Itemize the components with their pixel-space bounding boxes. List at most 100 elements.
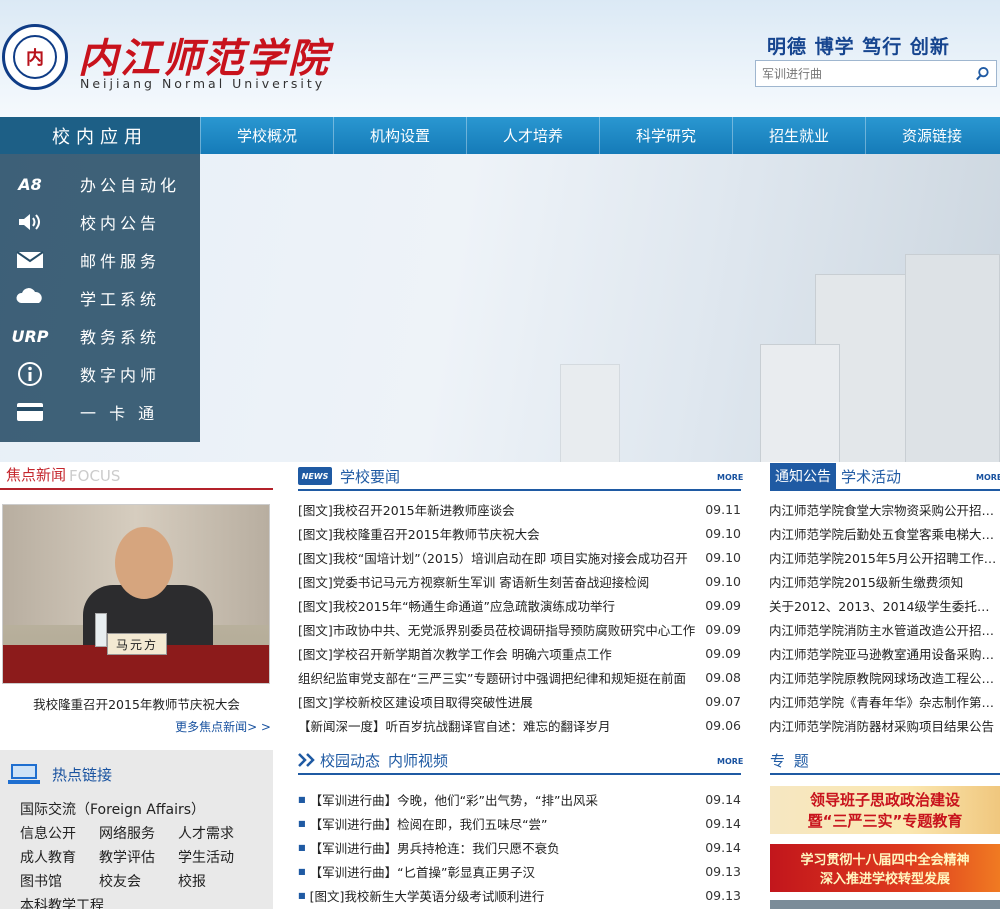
nav-item-resources[interactable]: 资源链接 [865, 117, 998, 154]
list-item[interactable]: 内江师范学院原教院网球场改造工程公开招标公告 [769, 665, 1000, 689]
focus-photo[interactable]: 马元方 [2, 504, 270, 684]
link-alumni[interactable]: 校友会 [99, 870, 178, 894]
nav-item-overview[interactable]: 学校概况 [200, 117, 333, 154]
search-input[interactable] [756, 61, 966, 86]
list-item[interactable]: ■ [图文]我校新生大学英语分级考试顺利进行 09.13 [298, 883, 741, 907]
link-foreign-affairs[interactable]: 国际交流（Foreign Affairs） [20, 798, 205, 822]
news-title: [图文]我校“国培计划”（2015）培训启动在即 项目实施对接会成功召开 [298, 550, 688, 566]
list-item[interactable]: [图文]学校召开新学期首次教学工作会 明确六项重点工作 09.09 [298, 641, 741, 665]
news-date: 09.11 [705, 501, 741, 517]
list-item[interactable]: 【新闻深一度】听百岁抗战翻译官自述：难忘的翻译岁月 09.06 [298, 713, 741, 737]
bullet-icon: ■ [298, 842, 306, 852]
campus-more[interactable]: MORE [717, 757, 743, 766]
news-date: 09.08 [705, 669, 741, 685]
tab-videos[interactable]: 内师视频 [388, 750, 448, 771]
topic-banner-three-strict[interactable]: 领导班子思政政治建设 暨“三严三实”专题教育 [770, 786, 1000, 834]
link-library[interactable]: 图书馆 [20, 870, 99, 894]
news-date: 09.10 [705, 549, 741, 565]
app-announcements[interactable]: 校内公告 [0, 203, 200, 241]
list-item[interactable]: ■ 【军训进行曲】男兵持枪连：我们只愿不衰负 09.14 [298, 835, 741, 859]
list-item[interactable]: ■ 【军训进行曲】检阅在即，我们五味尽“尝” 09.14 [298, 811, 741, 835]
tab-academic[interactable]: 学术活动 [841, 466, 901, 487]
list-item[interactable]: [图文]我校隆重召开2015年教师节庆祝大会 09.10 [298, 521, 741, 545]
app-campus-card[interactable]: 一 卡 通 [0, 393, 200, 431]
campus-apps-label[interactable]: 校内应用 [0, 117, 200, 154]
list-item[interactable]: ■ 【军训进行曲】“匕首操”彰显真正男子汉 09.13 [298, 859, 741, 883]
hot-links-title: 热点链接 [0, 750, 273, 798]
nav-item-research[interactable]: 科学研究 [599, 117, 732, 154]
list-item[interactable]: 内江师范学院2015年5月公开招聘工作人员公示 [769, 545, 1000, 569]
list-item[interactable]: 内江师范学院消防器材采购项目结果公告 [769, 713, 1000, 737]
bullet-icon: ■ [298, 866, 306, 876]
school-news-list: [图文]我校召开2015年新进教师座谈会 09.11 [图文]我校隆重召开2015… [298, 497, 741, 737]
news-title: [图文]我校隆重召开2015年教师节庆祝大会 [298, 526, 540, 542]
nav-item-education[interactable]: 人才培养 [466, 117, 599, 154]
list-item[interactable]: 组织纪监审党支部在“三严三实”专题研讨中强调把纪律和规矩挺在前面 09.08 [298, 665, 741, 689]
link-talent-need[interactable]: 人才需求 [178, 822, 234, 846]
list-item[interactable]: [图文]市政协中共、无党派界别委员莅校调研指导预防腐败研究中心工作 09.09 [298, 617, 741, 641]
link-school-paper[interactable]: 校报 [178, 870, 206, 894]
app-student-affairs[interactable]: 学工系统 [0, 279, 200, 317]
tab-notices[interactable]: 通知公告 [770, 463, 836, 489]
bullet-icon: ■ [298, 890, 306, 900]
list-item[interactable]: [图文]我校召开2015年新进教师座谈会 09.11 [298, 497, 741, 521]
app-office-automation[interactable]: A8 办公自动化 [0, 165, 200, 203]
nav-item-admissions[interactable]: 招生就业 [732, 117, 865, 154]
link-info-public[interactable]: 信息公开 [20, 822, 99, 846]
list-item[interactable]: [图文]我校“国培计划”（2015）培训启动在即 项目实施对接会成功召开 09.1… [298, 545, 741, 569]
notice-title: 内江师范学院后勤处五食堂客乘电梯大修公告 [769, 526, 1000, 542]
list-item[interactable]: 内江师范学院《青春年华》杂志制作第二次公告 [769, 689, 1000, 713]
nav-item-organization[interactable]: 机构设置 [333, 117, 466, 154]
app-label: 邮件服务 [80, 252, 161, 271]
link-undergrad-project[interactable]: 本科教学工程 [20, 894, 104, 909]
list-item[interactable]: ■ 【军训进行曲】今晚，他们“彩”出气势，“排”出风采 09.14 [298, 787, 741, 811]
list-item[interactable]: 内江师范学院食堂大宗物资采购公开招标公告 [769, 497, 1000, 521]
list-item[interactable]: [图文]我校2015年“畅通生命通道”应急疏散演练成功举行 09.09 [298, 593, 741, 617]
hot-links-grid: 国际交流（Foreign Affairs） 信息公开 网络服务 人才需求 成人教育教… [0, 798, 273, 909]
app-label: 数字内师 [80, 366, 161, 385]
news-date: 09.10 [705, 573, 741, 589]
notices-more[interactable]: MORE [976, 473, 1000, 482]
notice-title: 内江师范学院原教院网球场改造工程公开招标公告 [769, 670, 1000, 686]
campus-header: 校园动态 内师视频 [298, 747, 448, 773]
notices-header: 通知公告 学术活动 [770, 463, 901, 489]
search-box [755, 60, 997, 87]
app-mail[interactable]: 邮件服务 [0, 241, 200, 279]
topic-banner-partial[interactable] [770, 900, 1000, 909]
campus-title: 【军训进行曲】“匕首操”彰显真正男子汉 [309, 864, 536, 880]
news-date: 09.09 [705, 621, 741, 637]
urp-icon: URP [11, 326, 49, 346]
notice-title: 内江师范学院消防器材采购项目结果公告 [769, 718, 995, 734]
app-label: 一 卡 通 [80, 404, 159, 423]
school-motto: 明德 博学 笃行 创新 [767, 36, 950, 58]
list-item[interactable]: [图文]学校新校区建设项目取得突破性进展 09.07 [298, 689, 741, 713]
school-news-title[interactable]: 学校要闻 [340, 466, 400, 487]
hero-building [905, 254, 1000, 462]
list-item[interactable]: [图文]党委书记马元方视察新生军训 寄语新生刻苦奋战迎接检阅 09.10 [298, 569, 741, 593]
list-item[interactable]: 内江师范学院亚马逊教室通用设备采购公告 [769, 641, 1000, 665]
link-adult-edu[interactable]: 成人教育 [20, 846, 99, 870]
list-item[interactable]: 内江师范学院2015级新生缴费须知 [769, 569, 1000, 593]
link-teaching-eval[interactable]: 教学评估 [99, 846, 178, 870]
list-item[interactable]: 内江师范学院后勤处五食堂客乘电梯大修公告 [769, 521, 1000, 545]
news-title: [图文]市政协中共、无党派界别委员莅校调研指导预防腐败研究中心工作 [298, 622, 696, 638]
topic-banner-fourth-plenum[interactable]: 学习贯彻十八届四中全会精神 深入推进学校转型发展 [770, 844, 1000, 892]
tab-campus-dynamics[interactable]: 校园动态 [320, 750, 380, 771]
focus-more-link[interactable]: 更多焦点新闻> > [175, 718, 271, 735]
school-seal-logo[interactable]: 内 [2, 24, 68, 90]
link-student-activity[interactable]: 学生活动 [178, 846, 234, 870]
news-title: 【新闻深一度】听百岁抗战翻译官自述：难忘的翻译岁月 [298, 718, 611, 734]
school-news-more[interactable]: MORE [717, 473, 743, 482]
list-item[interactable]: 内江师范学院消防主水管道改造公开招标公告 [769, 617, 1000, 641]
link-network-service[interactable]: 网络服务 [99, 822, 178, 846]
app-digital-campus[interactable]: 数字内师 [0, 355, 200, 393]
app-academic-affairs[interactable]: URP 教务系统 [0, 317, 200, 355]
list-item[interactable]: 关于2012、2013、2014级学生委托银行代扣学费的通知 [769, 593, 1000, 617]
topics-header: 专 题 [770, 747, 811, 773]
search-icon[interactable] [975, 66, 990, 81]
news-date: 09.07 [705, 693, 741, 709]
focus-caption[interactable]: 我校隆重召开2015年教师节庆祝大会 [0, 694, 273, 713]
news-title: [图文]我校召开2015年新进教师座谈会 [298, 502, 515, 518]
main-nav: 校内应用 学校概况 机构设置 人才培养 科学研究 招生就业 资源链接 [0, 117, 1000, 154]
campus-apps-panel: A8 办公自动化 校内公告 邮件服务 学工系统 URP 教务系统 数字内师 一 卡 … [0, 154, 200, 442]
